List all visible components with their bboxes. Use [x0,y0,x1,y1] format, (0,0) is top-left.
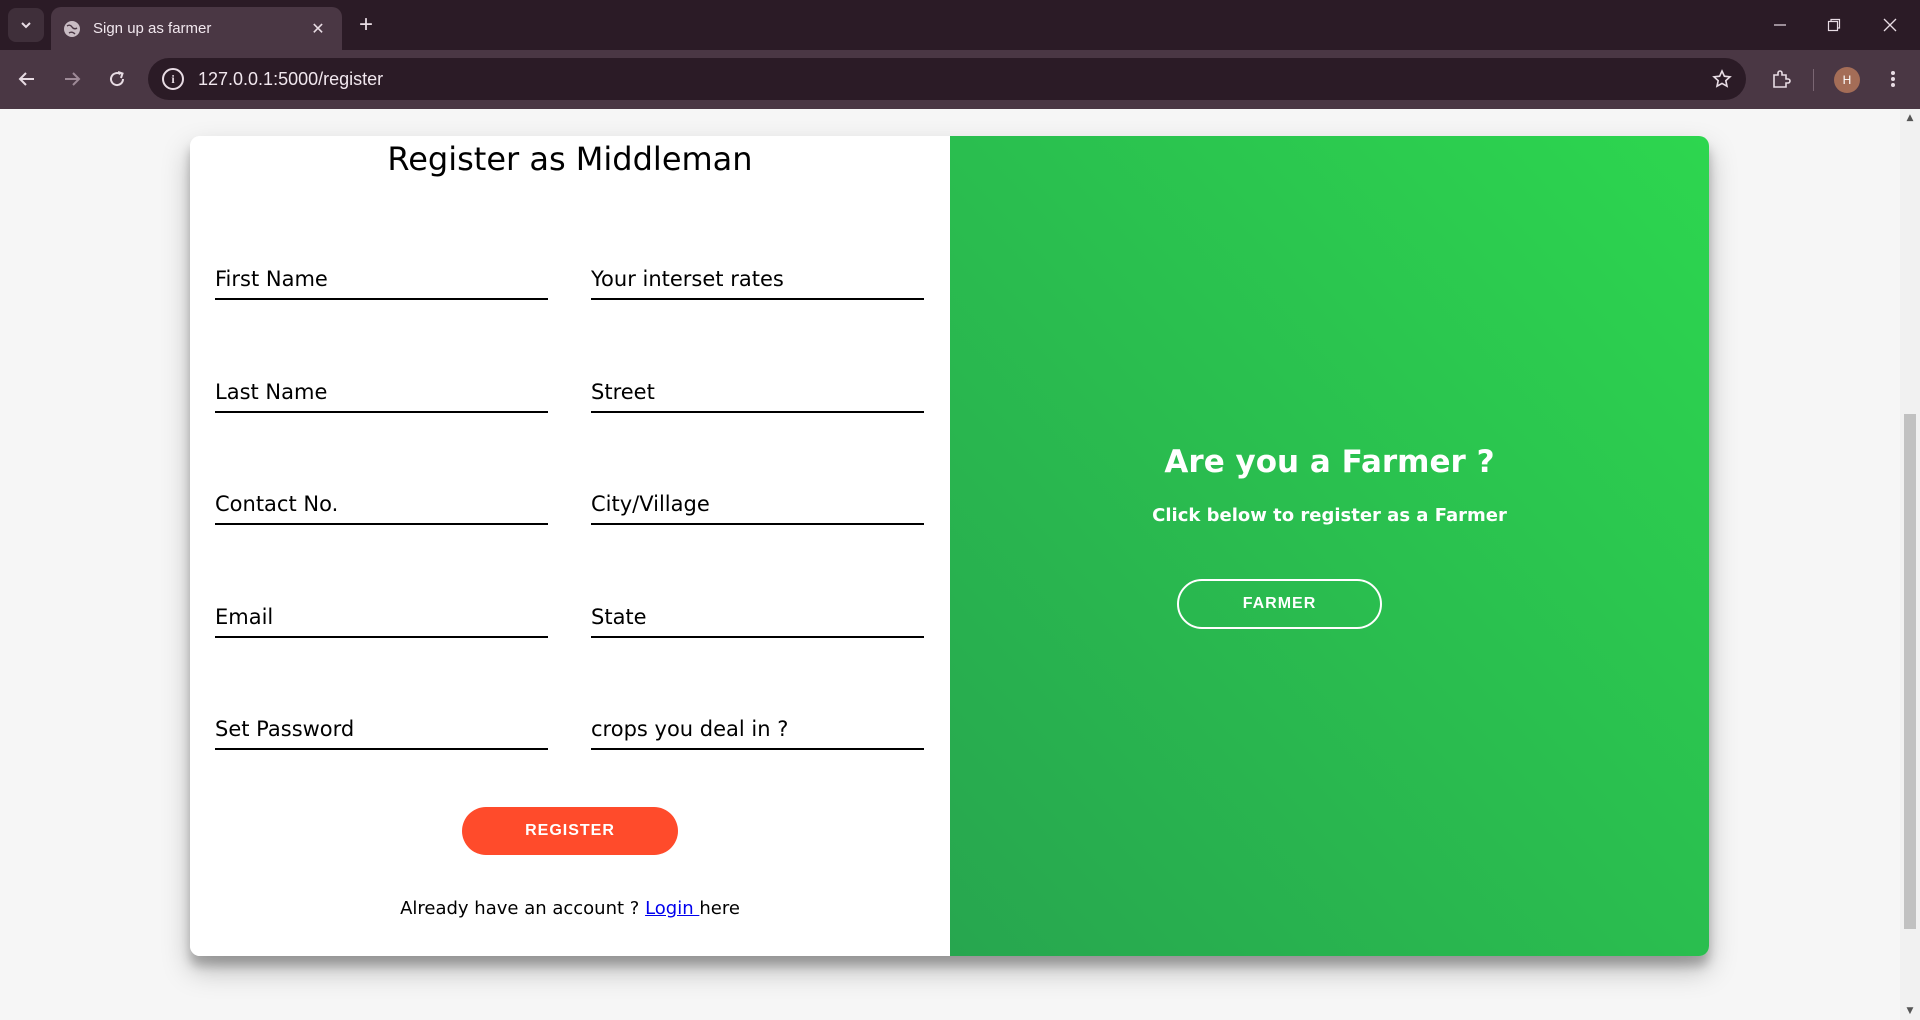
login-suffix-text: here [699,898,740,919]
first-name-field[interactable]: First Name [215,250,548,300]
forward-icon[interactable] [55,62,89,96]
chevron-down-icon [21,22,31,29]
scroll-up-icon[interactable]: ▲ [1900,109,1920,127]
register-button[interactable]: REGISTER [462,807,678,855]
scrollbar-thumb[interactable] [1904,414,1916,929]
field-label: Set Password [215,717,355,741]
field-label: crops you deal in ? [591,717,789,741]
city-village-field[interactable]: City/Village [591,475,924,525]
scroll-down-icon[interactable]: ▼ [1900,1002,1920,1020]
field-label: Last Name [215,380,328,404]
field-label: Contact No. [215,492,339,516]
close-tab-icon[interactable]: ✕ [306,17,330,41]
globe-icon [63,20,81,38]
restore-icon[interactable] [1806,0,1862,50]
profile-avatar[interactable]: H [1834,67,1860,93]
field-label: First Name [215,267,328,291]
interest-rates-field[interactable]: Your interset rates [591,250,924,300]
url-text[interactable]: 127.0.0.1:5000/register [198,69,1712,90]
minimize-icon[interactable] [1752,0,1808,50]
tab-title: Sign up as farmer [93,20,212,37]
field-label: Email [215,605,274,629]
register-card: Register as Middleman First Name Last Na… [190,136,1709,956]
password-field[interactable]: Set Password [215,700,548,750]
login-prefix-text: Already have an account ? [400,898,646,919]
login-link[interactable]: Login [645,898,699,919]
back-icon[interactable] [10,62,44,96]
close-window-icon[interactable] [1862,0,1918,50]
toolbar-divider [1813,69,1814,91]
tab-strip: Sign up as farmer ✕ + [0,0,1920,50]
active-tab[interactable]: Sign up as farmer ✕ [51,7,342,50]
last-name-field[interactable]: Last Name [215,363,548,413]
middleman-form-panel: Register as Middleman First Name Last Na… [190,136,950,956]
overlay-title: Are you a Farmer ? [1164,444,1495,480]
new-tab-button[interactable]: + [352,11,380,39]
field-label: Street [591,380,655,404]
page-scrollbar[interactable]: ▲ ▼ [1900,109,1920,1020]
farmer-overlay-panel: Are you a Farmer ? Click below to regist… [950,136,1709,956]
more-menu-icon[interactable] [1876,62,1910,96]
field-label: State [591,605,647,629]
site-info-icon[interactable]: i [162,68,184,90]
browser-toolbar: i 127.0.0.1:5000/register [0,50,1920,109]
farmer-button[interactable]: FARMER [1177,579,1382,629]
street-field[interactable]: Street [591,363,924,413]
state-field[interactable]: State [591,588,924,638]
crops-field[interactable]: crops you deal in ? [591,700,924,750]
page-title: Register as Middleman [387,140,753,178]
overlay-subtitle: Click below to register as a Farmer [1152,505,1507,526]
extensions-icon[interactable] [1764,62,1798,96]
address-bar[interactable]: i 127.0.0.1:5000/register [148,58,1746,100]
field-label: City/Village [591,492,710,516]
login-prompt: Already have an account ? Login here [190,898,950,919]
page-viewport: Register as Middleman First Name Last Na… [0,109,1920,1020]
field-label: Your interset rates [591,267,784,291]
contact-field[interactable]: Contact No. [215,475,548,525]
tab-search-button[interactable] [8,8,44,42]
bookmark-star-icon[interactable] [1712,69,1732,89]
reload-icon[interactable] [100,62,134,96]
email-field[interactable]: Email [215,588,548,638]
